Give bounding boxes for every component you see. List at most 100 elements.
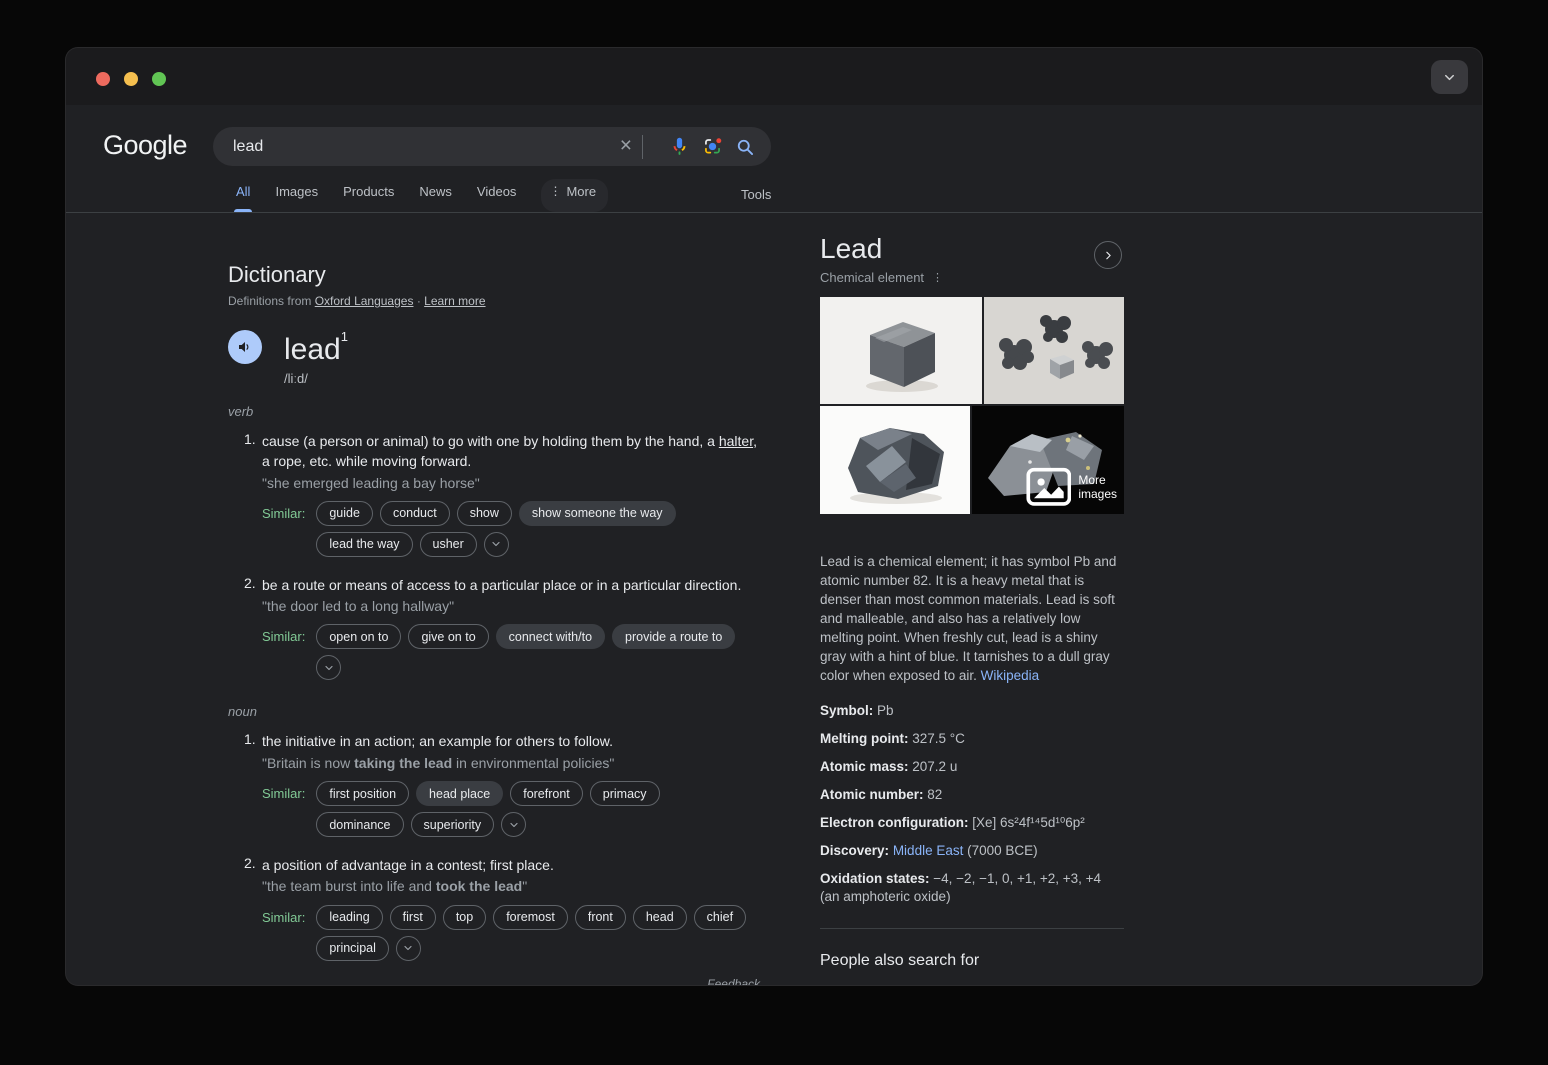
window-controls [96,72,166,86]
image-icon [1026,467,1072,507]
similar-row: Similar: guide conduct show show someone… [262,501,760,563]
definition-text: the initiative in an action; an example … [262,731,760,751]
tab-products[interactable]: Products [343,184,394,212]
expand-similar-button[interactable] [484,532,509,557]
open-panel-button[interactable] [1094,241,1122,269]
similar-chip[interactable]: chief [694,905,746,930]
wikipedia-link[interactable]: Wikipedia [981,668,1040,683]
galena-ore-image[interactable]: More images [972,406,1124,514]
tab-more-label: More [566,184,596,199]
similar-chip[interactable]: connect with/to [496,624,605,649]
tab-all[interactable]: All [236,184,250,212]
entry-number: 2. [244,575,262,687]
search-icon[interactable] [735,137,755,157]
similar-chip[interactable]: top [443,905,486,930]
expand-similar-button[interactable] [396,936,421,961]
minimize-window-button[interactable] [124,72,138,86]
more-images-button[interactable]: More images [1026,467,1117,507]
kebab-menu-icon[interactable]: ⋮ [932,271,943,284]
tab-images[interactable]: Images [275,184,318,212]
lead-cube-image[interactable] [820,297,982,404]
oxford-languages-link[interactable]: Oxford Languages [315,294,414,308]
example-text: "Britain is now taking the lead in envir… [262,753,760,773]
example-text: "she emerged leading a bay horse" [262,473,760,493]
dictionary-title: Dictionary [228,262,760,288]
definition-entry: 1. the initiative in an action; an examp… [228,731,760,843]
entry-number: 1. [244,431,262,563]
similar-chip[interactable]: principal [316,936,389,961]
lead-chunk-image[interactable] [820,406,970,514]
expand-similar-button[interactable] [316,655,341,680]
tools-button[interactable]: Tools [741,187,771,202]
chevron-down-icon [508,819,520,831]
header-divider [66,212,1482,213]
similar-chip[interactable]: head [633,905,687,930]
similar-chip[interactable]: primacy [590,781,660,806]
more-images-label: More images [1078,473,1117,501]
voice-search-icon[interactable] [669,136,690,157]
middle-east-link[interactable]: Middle East [893,843,964,858]
tab-videos[interactable]: Videos [477,184,517,212]
similar-chip[interactable]: first position [316,781,409,806]
search-bar[interactable]: × [213,127,771,166]
zoom-window-button[interactable] [152,72,166,86]
tab-more[interactable]: ⋮ More [541,179,608,212]
similar-chip[interactable]: head place [416,781,503,806]
source-prefix: Definitions from [228,294,311,308]
definition-entry: 2. a position of advantage in a contest;… [228,855,760,967]
fact-oxidation-states: Oxidation states: −4, −2, −1, 0, +1, +2,… [820,870,1124,906]
pronunciation: /liːd/ [284,371,348,386]
similar-chip[interactable]: usher [420,532,477,557]
fact-symbol: Symbol: Pb [820,702,1124,720]
similar-chip[interactable]: lead the way [316,532,412,557]
dictionary-source: Definitions from Oxford Languages · Lear… [228,294,760,308]
similar-chip[interactable]: show [457,501,512,526]
close-window-button[interactable] [96,72,110,86]
chevron-down-icon [1442,70,1457,85]
image-grid: More images [820,297,1124,514]
titlebar-chevron-button[interactable] [1431,60,1468,94]
search-bar-divider [642,135,643,159]
google-logo[interactable]: Google [103,130,187,161]
google-lens-icon[interactable] [702,136,723,157]
definition-text: be a route or means of access to a parti… [262,575,760,595]
panel-divider [820,928,1124,929]
results-column: Dictionary Definitions from Oxford Langu… [228,262,760,985]
pronounce-button[interactable] [228,330,262,364]
similar-chip[interactable]: give on to [408,624,488,649]
fact-discovery: Discovery: Middle East (7000 BCE) [820,842,1124,860]
similar-row: Similar: leading first top foremost fron… [262,905,760,967]
similar-chip[interactable]: first [390,905,436,930]
similar-chip[interactable]: provide a route to [612,624,735,649]
similar-chip[interactable]: foremost [493,905,568,930]
definition-entry: 2. be a route or means of access to a pa… [228,575,760,687]
similar-chip[interactable]: dominance [316,812,403,837]
similar-chip[interactable]: open on to [316,624,401,649]
similar-chip[interactable]: leading [316,905,382,930]
clear-search-icon[interactable]: × [620,135,642,158]
similar-chip[interactable]: guide [316,501,373,526]
similar-chip[interactable]: forefront [510,781,583,806]
more-kebab-icon: ⋮ [549,184,561,198]
similar-chip[interactable]: show someone the way [519,501,676,526]
lead-crystals-image[interactable] [984,297,1124,404]
tab-news[interactable]: News [419,184,452,212]
definition-text: cause (a person or animal) to go with on… [262,431,760,472]
homograph-number: 1 [341,329,348,344]
learn-more-link[interactable]: Learn more [424,294,485,308]
similar-chip[interactable]: superiority [411,812,495,837]
similar-chip[interactable]: front [575,905,626,930]
expand-similar-button[interactable] [501,812,526,837]
part-of-speech-noun: noun [228,704,760,719]
halter-link[interactable]: halter [719,433,753,449]
knowledge-panel-subtitle: Chemical element [820,270,924,285]
dictionary-feedback-link[interactable]: Feedback [228,977,760,985]
entry-number: 1. [244,731,262,843]
similar-label: Similar: [262,501,305,527]
desktop-background: Google × [0,0,1548,1065]
similar-chip[interactable]: conduct [380,501,450,526]
fact-atomic-number: Atomic number: 82 [820,786,1124,804]
search-input[interactable] [233,138,620,156]
example-text: "the team burst into life and took the l… [262,876,760,896]
browser-window: Google × [66,48,1482,985]
